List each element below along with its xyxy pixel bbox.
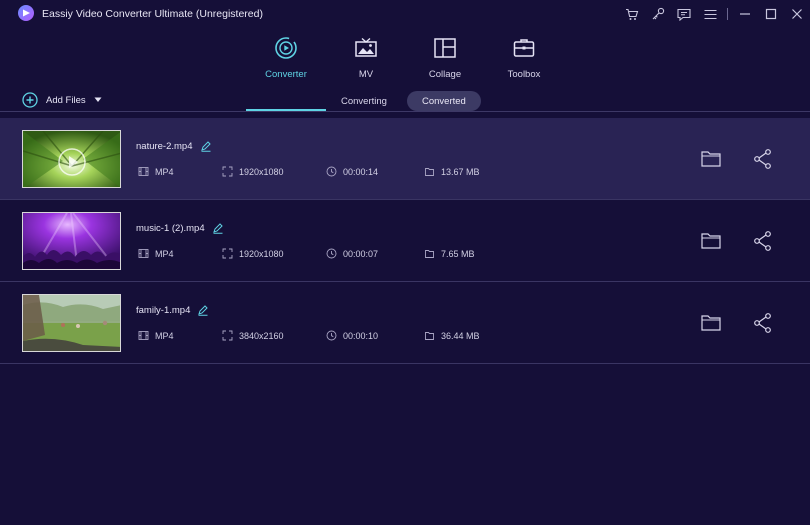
file-size-value: 13.67 MB — [441, 166, 480, 177]
open-folder-button[interactable] — [700, 148, 722, 170]
file-resolution-value: 3840x2160 — [239, 330, 284, 341]
clock-icon — [326, 330, 337, 341]
file-name: nature-2.mp4 — [136, 140, 193, 152]
app-logo-icon — [17, 4, 35, 22]
file-resolution: 1920x1080 — [222, 248, 284, 259]
tab-toolbox[interactable]: Toolbox — [484, 34, 564, 84]
mv-icon — [354, 36, 378, 60]
file-size-icon — [425, 250, 434, 258]
video-format-icon — [138, 249, 149, 258]
maximize-icon[interactable] — [758, 0, 784, 28]
file-format: MP4 — [138, 330, 174, 341]
share-button[interactable] — [752, 312, 774, 334]
file-row[interactable]: music-1 (2).mp4 MP4 1920x1080 00:00:07 7… — [0, 200, 810, 282]
add-files-label: Add Files — [46, 94, 86, 106]
file-name: family-1.mp4 — [136, 304, 191, 316]
app-title: Eassiy Video Converter Ultimate (Unregis… — [42, 8, 263, 20]
edit-name-icon[interactable] — [200, 140, 212, 152]
share-icon — [754, 149, 771, 169]
file-resolution: 3840x2160 — [222, 330, 284, 341]
tab-label: Collage — [428, 69, 462, 80]
window-controls-divider — [727, 8, 728, 20]
file-format: MP4 — [138, 248, 174, 259]
file-row[interactable]: nature-2.mp4 MP4 1920x1080 00:00:14 13.6… — [0, 118, 810, 200]
file-resolution-value: 1920x1080 — [239, 166, 284, 177]
close-icon[interactable] — [784, 0, 810, 28]
file-resolution-value: 1920x1080 — [239, 248, 284, 259]
clock-icon — [326, 166, 337, 177]
file-size-icon — [425, 332, 434, 340]
edit-name-icon[interactable] — [212, 222, 224, 234]
file-duration: 00:00:07 — [326, 248, 378, 259]
video-thumbnail[interactable] — [22, 130, 121, 188]
folder-icon — [701, 151, 721, 167]
dropdown-caret-icon[interactable] — [94, 97, 102, 103]
resolution-icon — [222, 248, 233, 259]
file-row[interactable]: family-1.mp4 MP4 3840x2160 00:00:10 36.4… — [0, 282, 810, 364]
file-format: MP4 — [138, 166, 174, 177]
share-icon — [754, 313, 771, 333]
open-folder-button[interactable] — [700, 312, 722, 334]
main-tabs: Converter MV Collage Toolbox — [0, 28, 810, 112]
minimize-icon[interactable] — [732, 0, 758, 28]
file-size-icon — [425, 168, 434, 176]
tab-collage[interactable]: Collage — [405, 34, 485, 84]
folder-icon — [701, 315, 721, 331]
video-format-icon — [138, 167, 149, 176]
share-button[interactable] — [752, 230, 774, 252]
tab-label: Toolbox — [507, 69, 541, 80]
file-resolution: 1920x1080 — [222, 166, 284, 177]
add-files-button[interactable]: Add Files — [22, 92, 102, 108]
file-duration-value: 00:00:10 — [343, 330, 379, 341]
tab-label: MV — [358, 69, 374, 80]
file-size-value: 7.65 MB — [441, 248, 475, 259]
file-duration: 00:00:10 — [326, 330, 378, 341]
video-format-icon — [138, 331, 149, 340]
edit-name-icon[interactable] — [197, 304, 209, 316]
file-duration-value: 00:00:14 — [343, 166, 379, 177]
feedback-icon[interactable] — [671, 0, 697, 28]
share-icon — [754, 231, 771, 251]
folder-icon — [701, 233, 721, 249]
file-size: 7.65 MB — [424, 248, 475, 259]
tab-converter[interactable]: Converter — [246, 34, 326, 84]
file-format-value: MP4 — [155, 166, 174, 177]
file-size: 36.44 MB — [424, 330, 480, 341]
file-size-value: 36.44 MB — [441, 330, 480, 341]
file-format-value: MP4 — [155, 330, 174, 341]
collage-icon — [433, 36, 457, 60]
segment-converting[interactable]: Converting — [326, 91, 402, 111]
window-controls — [619, 0, 810, 28]
segment-converted[interactable]: Converted — [407, 91, 481, 111]
toolbox-icon — [512, 36, 536, 60]
toolbar: Add Files Converting Converted — [0, 84, 810, 118]
menu-icon[interactable] — [697, 0, 723, 28]
share-button[interactable] — [752, 148, 774, 170]
open-folder-button[interactable] — [700, 230, 722, 252]
tab-mv[interactable]: MV — [326, 34, 406, 84]
title-bar: Eassiy Video Converter Ultimate (Unregis… — [0, 0, 810, 28]
cart-icon[interactable] — [619, 0, 645, 28]
file-format-value: MP4 — [155, 248, 174, 259]
converter-icon — [274, 36, 298, 60]
clock-icon — [326, 248, 337, 259]
resolution-icon — [222, 330, 233, 341]
file-name: music-1 (2).mp4 — [136, 222, 205, 234]
key-icon[interactable] — [645, 0, 671, 28]
tab-label: Converter — [265, 69, 307, 80]
file-duration-value: 00:00:07 — [343, 248, 379, 259]
resolution-icon — [222, 166, 233, 177]
file-duration: 00:00:14 — [326, 166, 378, 177]
add-icon — [22, 92, 38, 108]
video-thumbnail[interactable] — [22, 294, 121, 352]
file-size: 13.67 MB — [424, 166, 480, 177]
video-thumbnail[interactable] — [22, 212, 121, 270]
converted-file-list: nature-2.mp4 MP4 1920x1080 00:00:14 13.6… — [0, 118, 810, 364]
